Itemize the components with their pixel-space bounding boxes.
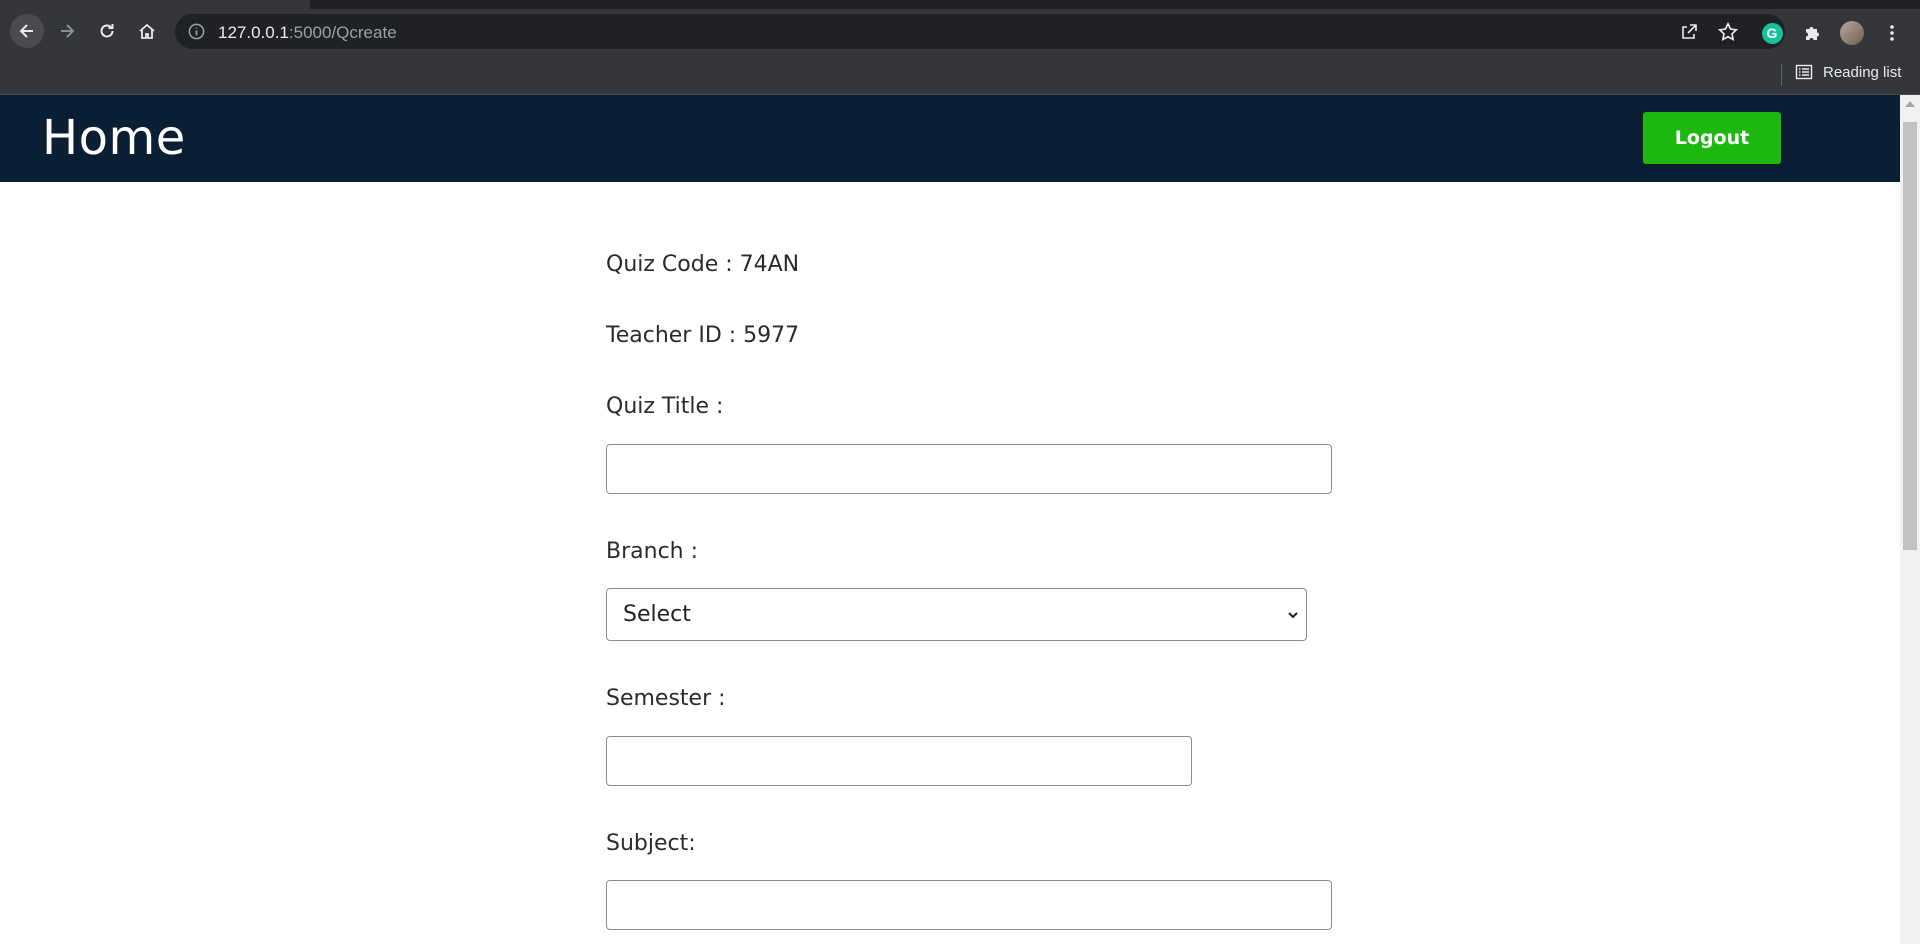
quiz-title-label: Quiz Title : bbox=[606, 394, 724, 419]
reading-list-icon bbox=[1795, 64, 1813, 80]
subject-label: Subject: bbox=[606, 831, 696, 856]
avatar bbox=[1840, 21, 1864, 45]
site-navbar: Home Logout bbox=[0, 95, 1900, 182]
extensions-button[interactable] bbox=[1800, 21, 1824, 45]
branch-select[interactable]: Select bbox=[606, 588, 1307, 641]
navbar-brand-home[interactable]: Home bbox=[42, 110, 186, 166]
reload-icon bbox=[100, 24, 114, 38]
home-button[interactable] bbox=[130, 14, 164, 48]
browser-toolbar: 127.0.0.1:5000/Qcreate G bbox=[0, 9, 1920, 54]
chevron-down-icon bbox=[1288, 612, 1298, 619]
semester-input[interactable] bbox=[606, 736, 1192, 786]
more-vert-icon bbox=[1890, 25, 1894, 41]
quiz-title-input[interactable] bbox=[606, 444, 1332, 494]
branch-selected-value: Select bbox=[623, 602, 691, 627]
forward-button[interactable] bbox=[50, 14, 84, 48]
back-button[interactable] bbox=[10, 14, 44, 48]
address-bar[interactable]: 127.0.0.1:5000/Qcreate bbox=[175, 14, 1785, 49]
quiz-code-text: Quiz Code : 74AN bbox=[606, 252, 800, 277]
url-path: :5000/Qcreate bbox=[288, 23, 397, 42]
subject-input[interactable] bbox=[606, 880, 1332, 930]
share-icon[interactable] bbox=[1679, 22, 1699, 42]
bookmarks-separator bbox=[1781, 64, 1782, 86]
scroll-up-arrow-icon[interactable] bbox=[1905, 101, 1915, 107]
url-text: 127.0.0.1:5000/Qcreate bbox=[218, 23, 397, 43]
tab-strip bbox=[0, 0, 1920, 9]
star-icon[interactable] bbox=[1717, 21, 1739, 43]
url-host: 127.0.0.1 bbox=[218, 23, 289, 42]
reading-list-label: Reading list bbox=[1823, 63, 1902, 81]
reading-list-button[interactable]: Reading list bbox=[1795, 63, 1901, 81]
info-icon[interactable] bbox=[187, 22, 206, 41]
reload-button[interactable] bbox=[90, 14, 124, 48]
teacher-id-text: Teacher ID : 5977 bbox=[606, 323, 800, 348]
active-tab[interactable] bbox=[0, 0, 310, 9]
arrow-right-icon bbox=[61, 24, 75, 38]
bookmarks-bar: Reading list bbox=[0, 54, 1920, 95]
scrollbar-thumb[interactable] bbox=[1903, 122, 1917, 550]
browser-menu-button[interactable] bbox=[1880, 21, 1904, 45]
semester-label: Semester : bbox=[606, 686, 726, 711]
arrow-left-icon bbox=[19, 24, 33, 38]
home-icon bbox=[139, 23, 155, 39]
branch-label: Branch : bbox=[606, 539, 699, 564]
profile-button[interactable] bbox=[1840, 21, 1864, 45]
puzzle-icon bbox=[1806, 27, 1819, 40]
grammarly-icon: G bbox=[1761, 22, 1783, 44]
page-viewport: Home Logout Quiz Code : 74AN Teacher ID … bbox=[0, 95, 1900, 944]
grammarly-extension-button[interactable]: G bbox=[1760, 21, 1784, 45]
page-scrollbar[interactable] bbox=[1900, 95, 1920, 944]
logout-button[interactable]: Logout bbox=[1643, 112, 1781, 164]
